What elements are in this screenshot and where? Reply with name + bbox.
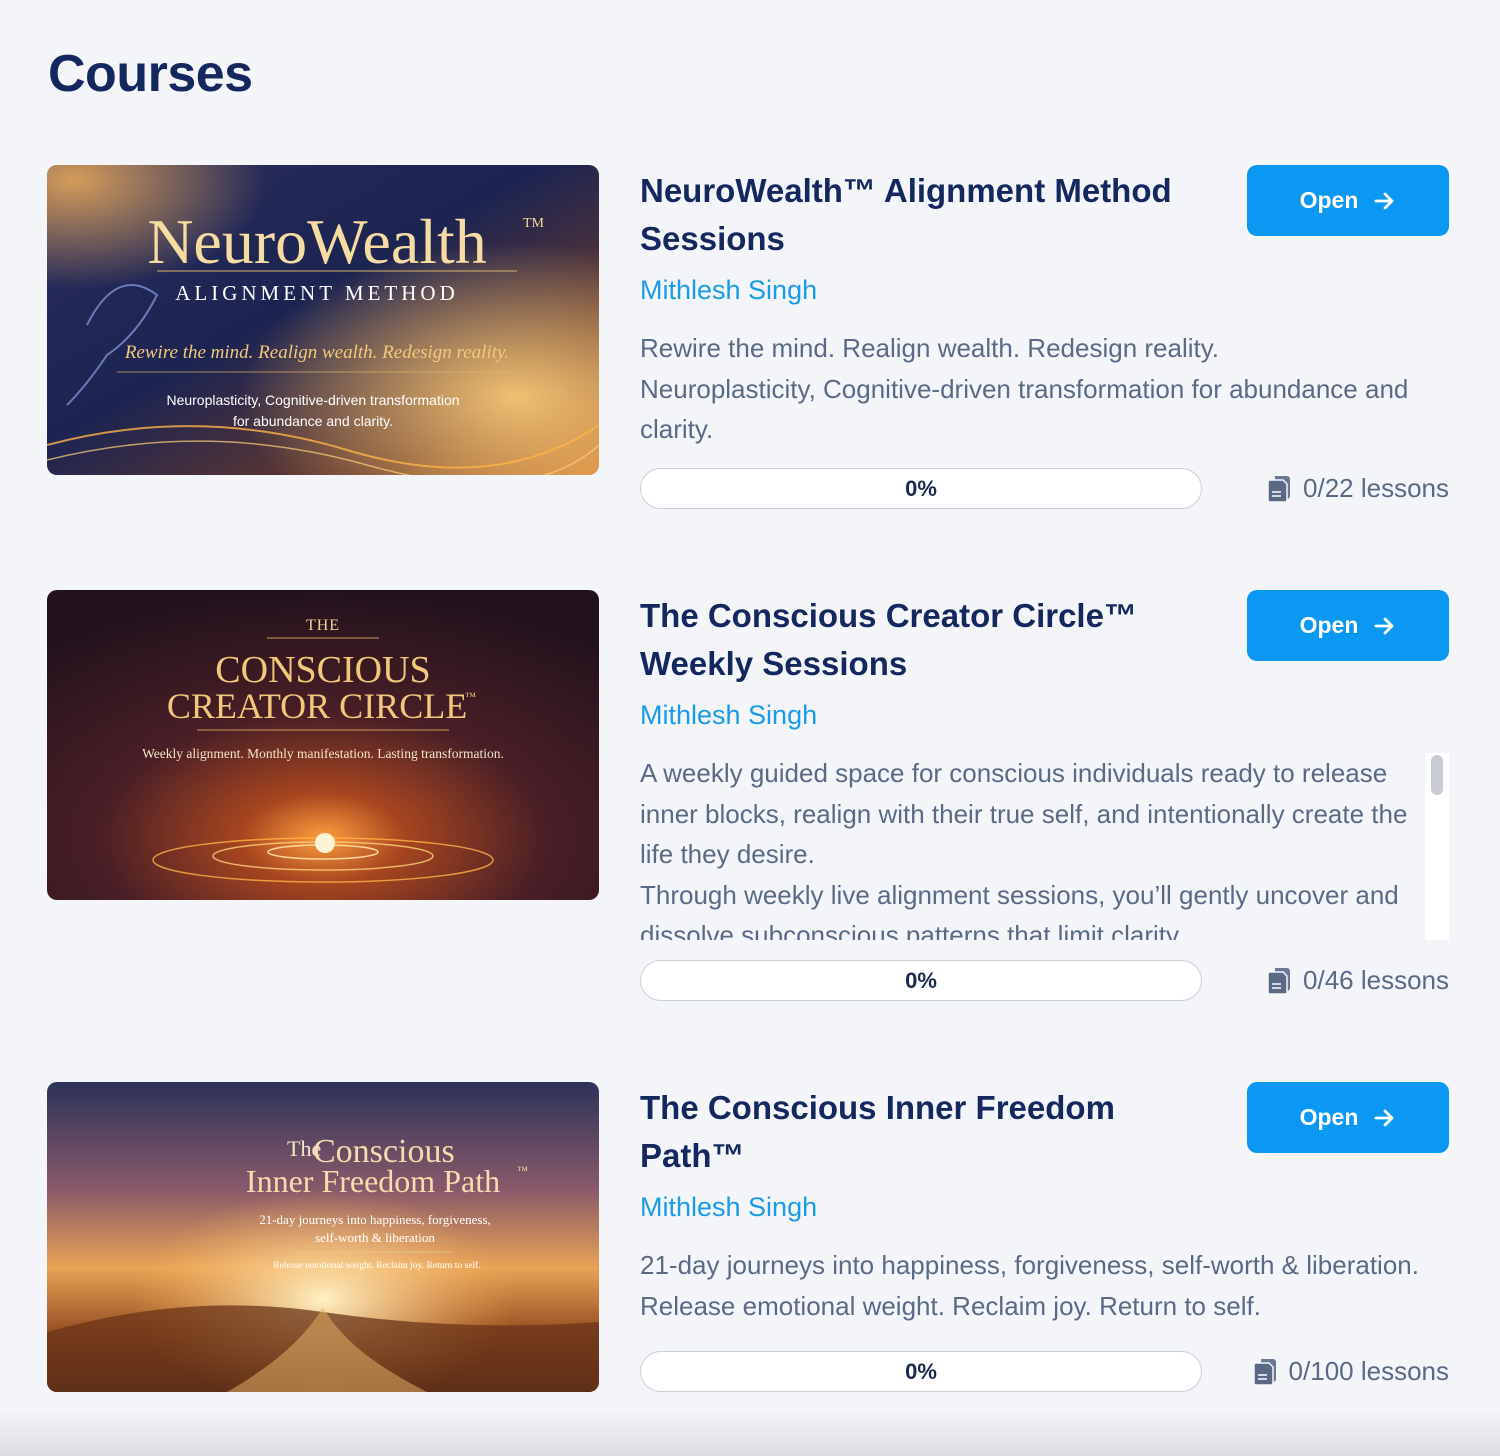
progress-label: 0%	[905, 967, 937, 993]
svg-text:TM: TM	[523, 216, 545, 231]
open-button-label: Open	[1299, 1104, 1359, 1130]
page-title: Courses	[48, 45, 253, 103]
course-info-3: The Conscious Inner Freedom Path™ Open M…	[640, 1082, 1449, 1392]
inner-freedom-thumbnail-image: The Conscious Inner Freedom Path ™ 21-da…	[47, 1082, 599, 1392]
svg-text:Weekly alignment. Monthly mani: Weekly alignment. Monthly manifestation.…	[142, 746, 504, 761]
svg-text:Release emotional weight. Recl: Release emotional weight. Reclaim joy. R…	[273, 1260, 480, 1271]
lessons-label: 0/22 lessons	[1303, 473, 1449, 503]
svg-text:Neuroplasticity, Cognitive-dri: Neuroplasticity, Cognitive-driven transf…	[166, 392, 459, 408]
progress-bar: 0%	[640, 468, 1202, 509]
course-card-1: NeuroWealth TM ALIGNMENT METHOD Rewire t…	[47, 165, 1449, 510]
arrow-right-icon	[1374, 192, 1394, 209]
svg-text:for abundance and clarity.: for abundance and clarity.	[233, 413, 393, 429]
course-author[interactable]: Mithlesh Singh	[640, 275, 1240, 306]
svg-text:NeuroWealth: NeuroWealth	[147, 206, 487, 277]
lesson-count: 0/46 lessons	[1209, 965, 1449, 996]
course-description: 21-day journeys into happiness, forgiven…	[640, 1245, 1449, 1326]
description-line: Rewire the mind. Realign wealth. Redesig…	[640, 333, 1220, 363]
course-description-scroll[interactable]: A weekly guided space for conscious indi…	[640, 753, 1449, 940]
course-title[interactable]: The Conscious Inner Freedom Path™	[640, 1084, 1210, 1180]
scrollbar-thumb[interactable]	[1431, 755, 1443, 795]
course-description: Rewire the mind. Realign wealth. Redesig…	[640, 328, 1449, 450]
svg-text:CREATOR CIRCLE: CREATOR CIRCLE	[167, 686, 467, 726]
neurowealth-thumbnail-image: NeuroWealth TM ALIGNMENT METHOD Rewire t…	[47, 165, 599, 475]
svg-text:THE: THE	[306, 617, 340, 634]
lessons-icon	[1267, 967, 1291, 995]
progress-label: 0%	[905, 475, 937, 501]
courses-page: Courses NeuroWealth TM ALIGNMENT METHOD …	[0, 0, 1500, 1456]
arrow-right-icon	[1374, 1109, 1394, 1126]
course-thumbnail-1[interactable]: NeuroWealth TM ALIGNMENT METHOD Rewire t…	[47, 165, 599, 475]
course-author[interactable]: Mithlesh Singh	[640, 1192, 1240, 1223]
svg-text:21-day journeys into happiness: 21-day journeys into happiness, forgiven…	[259, 1212, 491, 1227]
bottom-shade	[0, 1408, 1500, 1456]
svg-text:™: ™	[517, 1165, 528, 1177]
progress-bar: 0%	[640, 1351, 1202, 1392]
svg-text:self-worth & liberation: self-worth & liberation	[315, 1230, 435, 1245]
open-button-label: Open	[1299, 187, 1359, 213]
description-line: 21-day journeys into happiness, forgiven…	[640, 1250, 1419, 1321]
description-line: Neuroplasticity, Cognitive-driven transf…	[640, 373, 1409, 445]
svg-text:CONSCIOUS: CONSCIOUS	[215, 649, 430, 691]
course-title[interactable]: NeuroWealth™ Alignment Method Sessions	[640, 167, 1210, 263]
progress-bar: 0%	[640, 960, 1202, 1001]
lesson-count: 0/100 lessons	[1209, 1356, 1449, 1387]
description-line: A weekly guided space for conscious indi…	[640, 758, 1408, 869]
svg-text:Inner Freedom Path: Inner Freedom Path	[246, 1163, 500, 1199]
lessons-label: 0/46 lessons	[1303, 965, 1449, 995]
lessons-icon	[1252, 1358, 1276, 1386]
lesson-count: 0/22 lessons	[1209, 473, 1449, 504]
lessons-icon	[1267, 475, 1291, 503]
svg-text:Rewire the mind. Realign wealt: Rewire the mind. Realign wealth. Redesig…	[124, 342, 509, 363]
conscious-creator-thumbnail-image: THE CONSCIOUS CREATOR CIRCLE ™ Weekly al…	[47, 590, 599, 900]
course-info-1: NeuroWealth™ Alignment Method Sessions O…	[640, 165, 1449, 510]
open-course-button[interactable]: Open	[1247, 590, 1449, 661]
description-line: Through weekly live alignment sessions, …	[640, 879, 1399, 941]
open-button-label: Open	[1299, 612, 1359, 638]
course-card-2: THE CONSCIOUS CREATOR CIRCLE ™ Weekly al…	[47, 590, 1449, 1002]
lessons-label: 0/100 lessons	[1288, 1356, 1449, 1386]
svg-text:ALIGNMENT METHOD: ALIGNMENT METHOD	[175, 281, 459, 305]
svg-text:™: ™	[465, 691, 476, 703]
course-info-2: The Conscious Creator Circle™ Weekly Ses…	[640, 590, 1449, 1002]
open-course-button[interactable]: Open	[1247, 1082, 1449, 1153]
course-thumbnail-2[interactable]: THE CONSCIOUS CREATOR CIRCLE ™ Weekly al…	[47, 590, 599, 900]
course-title[interactable]: The Conscious Creator Circle™ Weekly Ses…	[640, 592, 1210, 688]
arrow-right-icon	[1374, 617, 1394, 634]
course-author[interactable]: Mithlesh Singh	[640, 700, 1240, 731]
course-card-3: The Conscious Inner Freedom Path ™ 21-da…	[47, 1082, 1449, 1392]
open-course-button[interactable]: Open	[1247, 165, 1449, 236]
progress-label: 0%	[905, 1358, 937, 1384]
course-thumbnail-3[interactable]: The Conscious Inner Freedom Path ™ 21-da…	[47, 1082, 599, 1392]
scrollbar[interactable]	[1425, 753, 1449, 940]
